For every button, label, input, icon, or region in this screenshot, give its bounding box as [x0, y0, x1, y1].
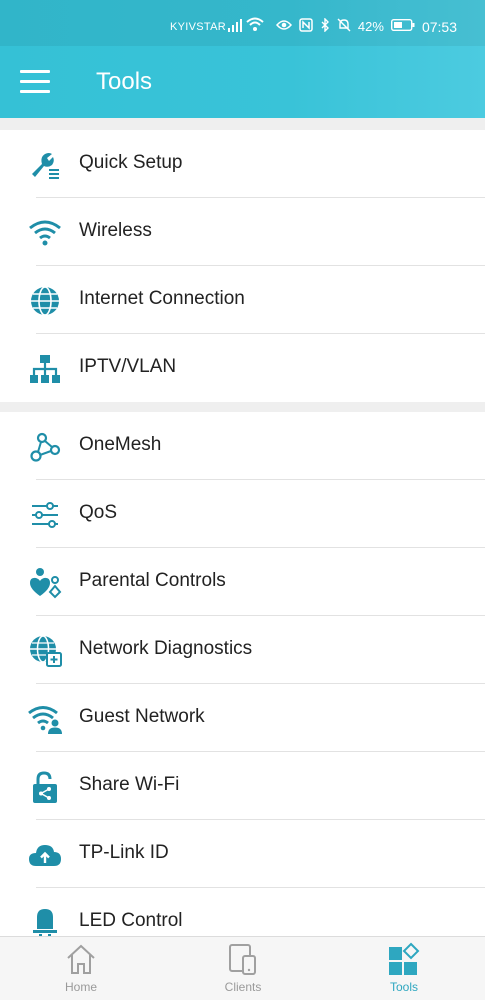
battery-icon	[390, 18, 415, 34]
cloud-upload-icon	[28, 838, 62, 872]
tool-item-network-diagnostics[interactable]: Network Diagnostics	[0, 616, 485, 684]
tool-item-label: Guest Network	[79, 706, 205, 727]
eye-icon	[275, 19, 292, 34]
carrier-label: KYIVSTAR	[170, 21, 226, 33]
tab-label: Tools	[389, 980, 418, 994]
globe-icon	[28, 284, 62, 318]
bluetooth-icon	[320, 17, 330, 35]
nfc-icon	[299, 18, 313, 35]
tool-item-label: Wireless	[79, 220, 152, 241]
tab-home[interactable]: Home	[31, 937, 131, 1000]
globe-diagnostics-icon	[28, 634, 62, 668]
parental-icon	[28, 566, 62, 600]
mute-bell-icon	[337, 18, 351, 35]
signal-icon	[228, 19, 244, 37]
tool-item-iptv-vlan[interactable]: IPTV/VLAN	[0, 334, 485, 402]
tool-item-label: Internet Connection	[79, 288, 245, 309]
app-bar: Tools	[0, 46, 485, 118]
mesh-nodes-icon	[28, 430, 62, 464]
tool-item-tp-link-id[interactable]: TP-Link ID	[0, 820, 485, 888]
led-icon	[28, 906, 62, 936]
unlock-share-icon	[28, 770, 62, 804]
clock: 07:53	[421, 18, 457, 35]
tool-item-parental-controls[interactable]: Parental Controls	[0, 548, 485, 616]
tool-item-label: Network Diagnostics	[79, 638, 253, 659]
network-tree-icon	[28, 352, 62, 386]
tab-label: Home	[64, 980, 97, 994]
tools-group-basic: Quick Setup Wireless Internet Connection…	[0, 130, 485, 402]
tool-item-wireless[interactable]: Wireless	[0, 198, 485, 266]
header: KYIVSTAR 42% 07:53 Tools	[0, 0, 485, 118]
sliders-icon	[28, 498, 62, 532]
tool-item-qos[interactable]: QoS	[0, 480, 485, 548]
tool-item-led-control[interactable]: LED Control	[0, 888, 485, 936]
tool-item-label: Share Wi-Fi	[79, 774, 180, 795]
page-title: Tools	[96, 68, 153, 95]
wifi-icon	[28, 216, 62, 250]
tools-grid-icon	[387, 942, 421, 976]
menu-button[interactable]	[20, 68, 52, 94]
tab-label: Clients	[224, 980, 262, 994]
tool-item-label: OneMesh	[79, 434, 162, 455]
wifi-status-icon	[246, 17, 264, 37]
tool-item-label: Parental Controls	[79, 570, 226, 591]
tab-clients[interactable]: Clients	[193, 937, 293, 1000]
status-bar: KYIVSTAR 42% 07:53	[0, 0, 485, 46]
tool-item-guest-network[interactable]: Guest Network	[0, 684, 485, 752]
tool-item-label: IPTV/VLAN	[79, 356, 177, 377]
wrench-icon	[28, 148, 62, 182]
devices-icon	[226, 942, 260, 976]
tool-item-quick-setup[interactable]: Quick Setup	[0, 130, 485, 198]
bottom-nav: Home Clients Tools	[0, 936, 485, 1000]
tools-group-advanced: OneMesh QoS Parental Controls Network Di…	[0, 412, 485, 936]
battery-percent: 42%	[357, 19, 384, 34]
tool-item-share-wifi[interactable]: Share Wi-Fi	[0, 752, 485, 820]
tool-item-label: QoS	[79, 502, 118, 523]
tool-item-onemesh[interactable]: OneMesh	[0, 412, 485, 480]
home-icon	[64, 942, 98, 976]
tool-item-label: TP-Link ID	[79, 842, 169, 863]
tool-item-label: Quick Setup	[79, 152, 183, 173]
tool-item-label: LED Control	[79, 910, 183, 931]
guest-wifi-icon	[28, 702, 62, 736]
tool-item-internet-connection[interactable]: Internet Connection	[0, 266, 485, 334]
tab-tools[interactable]: Tools	[354, 937, 454, 1000]
tools-list: Quick Setup Wireless Internet Connection…	[0, 118, 485, 936]
